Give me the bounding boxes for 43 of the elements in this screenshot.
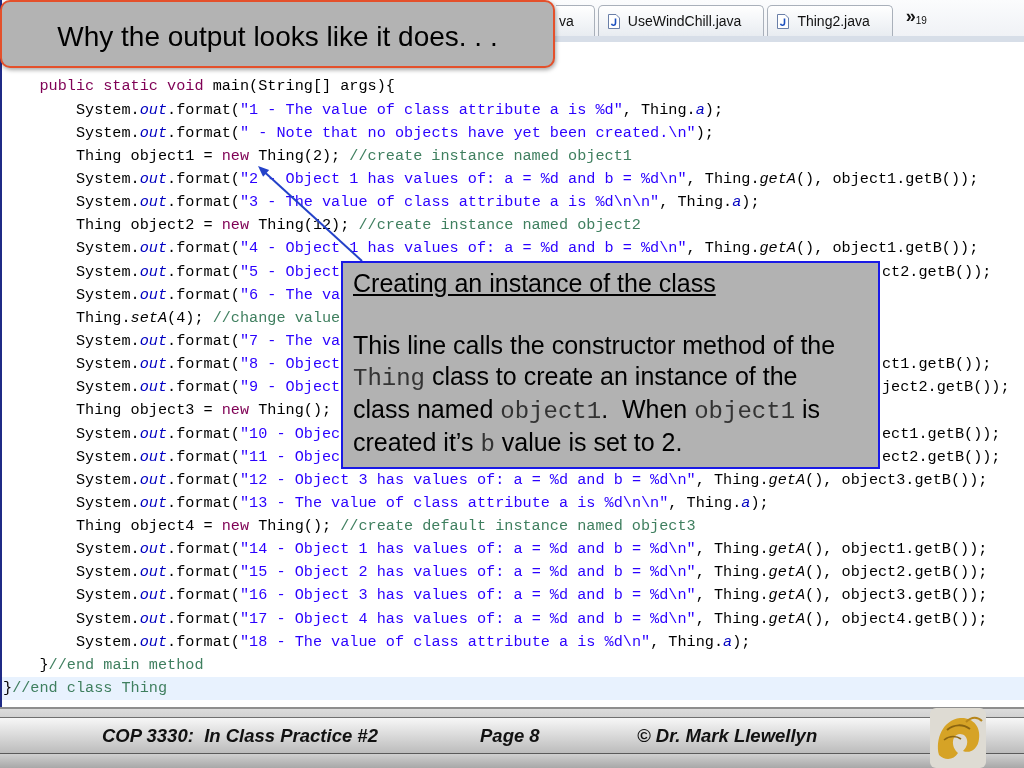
- code-line: System.out.format("12 - Object 3 has values of: a = %d and b = %d\n", Thing.getA(), object3.getB());: [75, 469, 988, 491]
- file-icon: [777, 13, 790, 29]
- code-line: System.out.format("13 - The value of class attribute a is %d\n\n", Thing.a);: [75, 492, 769, 514]
- emblem-icon: [930, 707, 986, 768]
- code-line: System.out.format("7 - The va: [75, 330, 341, 352]
- callout-heading: Creating an instance of the class: [353, 267, 716, 299]
- code-line: Thing object3 = new Thing();: [75, 400, 332, 422]
- course-title: COP 3330: In Class Practice #2: [102, 725, 378, 747]
- code-line: Thing.setA(4); //change value: [75, 307, 341, 329]
- file-icon: [607, 13, 620, 29]
- code-line: System.out.format("11 - Objec: [75, 446, 341, 468]
- code-line: ject2.getB());: [882, 377, 1010, 399]
- editor-tab[interactable]: va: [556, 5, 595, 36]
- tab-overflow-button[interactable]: »19: [903, 7, 929, 26]
- code-line: System.out.format("17 - Object 4 has values of: a = %d and b = %d\n", Thing.getA(), object4.getB());: [75, 608, 988, 630]
- code-line: System.out.format("8 - Object: [75, 354, 341, 376]
- code-line: System.out.format("4 - Object 1 has values of: a = %d and b = %d\n", Thing.getA(), object1.getB());: [75, 238, 979, 260]
- code-line: ect1.getB());: [882, 423, 1001, 445]
- code-line: System.out.format("15 - Object 2 has values of: a = %d and b = %d\n", Thing.getA(), object2.getB());: [75, 562, 988, 584]
- code-line: }//end class Thing: [3, 678, 168, 700]
- code-line: Thing object4 = new Thing(); //create default instance named object3: [75, 516, 696, 538]
- editor-tab[interactable]: UseWindChill.java: [597, 5, 765, 36]
- code-line: System.out.format("1 - The value of class attribute a is %d", Thing.a);: [75, 99, 724, 121]
- code-line: System.out.format("18 - The value of class attribute a is %d\n", Thing.a);: [75, 631, 751, 653]
- code-line: System.out.format("2 - Object 1 has values of: a = %d and b = %d\n", Thing.getA(), object1.getB());: [75, 168, 979, 190]
- code-line: System.out.format("6 - The va: [75, 284, 341, 306]
- slide-title: Why the output looks like it does. . .: [0, 0, 555, 68]
- code-line: ect2.getB());: [882, 446, 1001, 468]
- callout-text: This line calls the constructor method of the Thing class to create an instance of the class named object1. When object1 is created it’s b value is set to 2.: [353, 329, 837, 460]
- code-line: System.out.format("14 - Object 1 has values of: a = %d and b = %d\n", Thing.getA(), object1.getB());: [75, 539, 988, 561]
- code-line: System.out.format("10 - Objec: [75, 423, 341, 445]
- code-line: ct2.getB());: [882, 261, 992, 283]
- code-line: System.out.format("16 - Object 3 has values of: a = %d and b = %d\n", Thing.getA(), object3.getB());: [75, 585, 988, 607]
- code-line: System.out.format("5 - Object: [75, 261, 341, 283]
- code-line: }//end main method: [39, 654, 204, 676]
- code-line: System.out.format(" - Note that no objects have yet been created.\n");: [75, 122, 714, 144]
- code-line: public static void main(String[] args){: [39, 76, 395, 98]
- code-line: Thing object1 = new Thing(2); //create instance named object1: [75, 145, 632, 167]
- editor-tab[interactable]: Thing2.java: [767, 5, 893, 36]
- code-line: ct1.getB());: [882, 354, 992, 376]
- code-line: System.out.format("9 - Object: [75, 377, 341, 399]
- page-number: Page 8: [480, 725, 540, 747]
- author-credit: © Dr. Mark Llewellyn: [637, 725, 818, 747]
